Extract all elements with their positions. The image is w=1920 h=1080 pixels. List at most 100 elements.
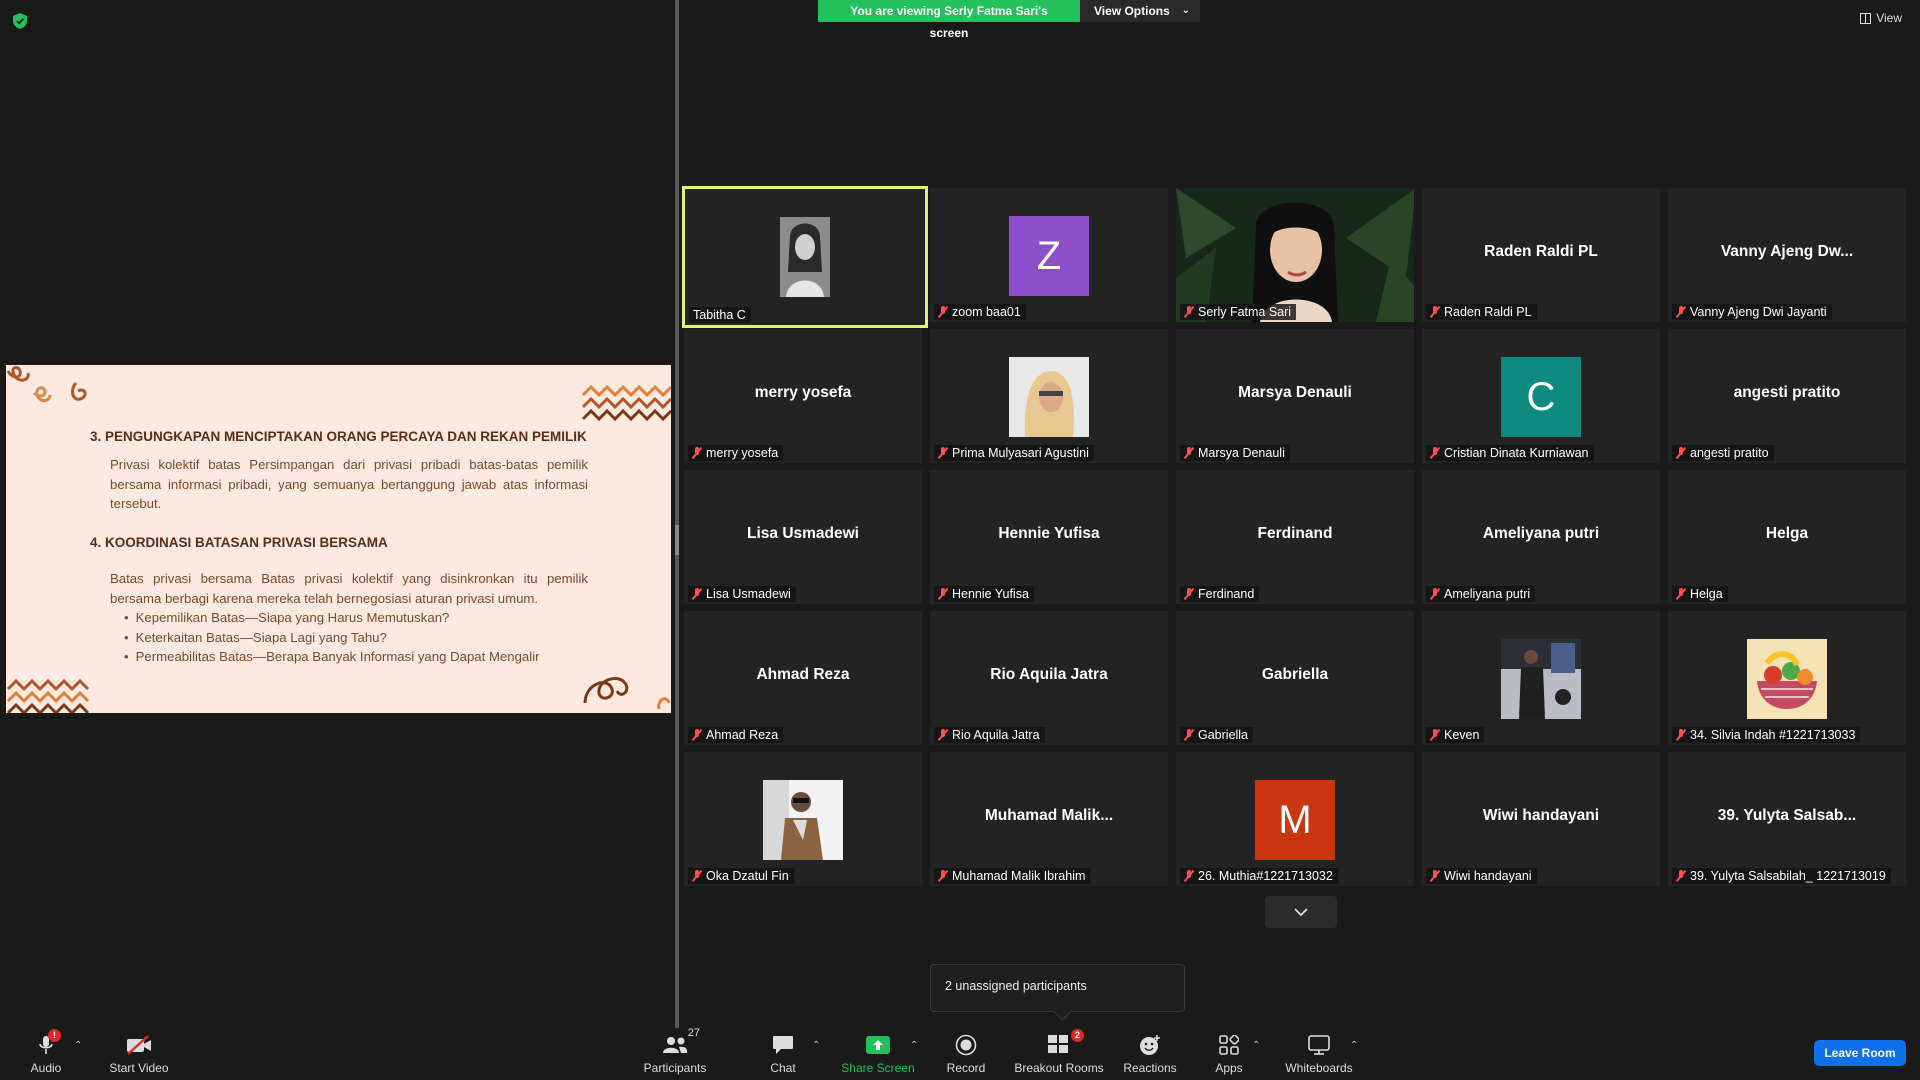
participant-name-label: Rio Aquila Jatra xyxy=(934,727,1045,743)
participant-tile[interactable]: Hennie Yufisa Hennie Yufisa xyxy=(930,470,1168,604)
participant-tile[interactable]: Prima Mulyasari Agustini xyxy=(930,329,1168,463)
participant-tile[interactable]: Raden Raldi PL Raden Raldi PL xyxy=(1422,188,1660,322)
audio-options-caret[interactable]: ⌃ xyxy=(74,1040,82,1051)
participant-name-label: Lisa Usmadewi xyxy=(688,586,796,602)
microphone-muted-icon xyxy=(938,729,948,741)
participant-display-name: Rio Aquila Jatra xyxy=(990,666,1108,683)
participant-video-feed xyxy=(1176,188,1414,322)
participant-display-name: Hennie Yufisa xyxy=(998,525,1100,542)
participant-display-name: Lisa Usmadewi xyxy=(747,525,859,542)
participant-tile[interactable]: Rio Aquila Jatra Rio Aquila Jatra xyxy=(930,611,1168,745)
share-screen-icon xyxy=(865,1033,891,1057)
participant-tile[interactable]: merry yosefa merry yosefa xyxy=(684,329,922,463)
participant-tile[interactable]: Gabriella Gabriella xyxy=(1176,611,1414,745)
participant-display-name: 39. Yulyta Salsab... xyxy=(1717,807,1857,824)
shared-screen-slide: 3. PENGUNGKAPAN MENCIPTAKAN ORANG PERCAY… xyxy=(6,365,671,713)
viewing-screen-text: You are viewing Serly Fatma Sari's scree… xyxy=(818,0,1080,40)
participant-display-name: Ferdinand xyxy=(1257,525,1333,542)
microphone-muted-icon xyxy=(1184,447,1194,459)
microphone-muted-icon xyxy=(1430,588,1440,600)
participant-tile[interactable]: Ferdinand Ferdinand xyxy=(1176,470,1414,604)
participant-name-label: Tabitha C xyxy=(689,307,751,323)
whiteboards-options-caret[interactable]: ⌃ xyxy=(1350,1040,1358,1051)
participant-name-label: Serly Fatma Sari xyxy=(1180,304,1297,320)
zigzag-decoration-top-right xyxy=(581,385,671,422)
chat-button[interactable]: Chat xyxy=(760,1028,806,1080)
participant-profile-photo xyxy=(1501,639,1581,719)
participant-tile[interactable]: 39. Yulyta Salsab... 39. Yulyta Salsabila… xyxy=(1668,752,1906,886)
participant-name-text: Gabriella xyxy=(1198,728,1249,742)
shield-icon[interactable] xyxy=(13,13,27,29)
whiteboards-label: Whiteboards xyxy=(1285,1061,1353,1075)
participant-tile[interactable]: Serly Fatma Sari xyxy=(1176,188,1414,322)
microphone-muted-icon xyxy=(938,870,948,882)
breakout-rooms-badge: 2 xyxy=(1071,1029,1084,1042)
participant-tile[interactable]: Keven xyxy=(1422,611,1660,745)
split-divider[interactable] xyxy=(675,0,679,1028)
participant-tile[interactable]: Muhamad Malik... Muhamad Malik Ibrahim xyxy=(930,752,1168,886)
apps-button[interactable]: Apps xyxy=(1210,1028,1248,1080)
participant-name-label: Marsya Denauli xyxy=(1180,445,1290,461)
record-icon xyxy=(953,1033,979,1057)
chat-label: Chat xyxy=(770,1061,796,1075)
microphone-muted-icon xyxy=(1184,306,1194,318)
participant-tile[interactable]: Helga Helga xyxy=(1668,470,1906,604)
microphone-icon: ! xyxy=(33,1029,61,1057)
divider-handle[interactable] xyxy=(675,525,679,555)
participant-tile[interactable]: C Cristian Dinata Kurniawan xyxy=(1422,329,1660,463)
participant-name-label: Ferdinand xyxy=(1180,586,1260,602)
reactions-smiley-icon xyxy=(1137,1033,1163,1057)
participant-tile[interactable]: M 26. Muthia#1221713032 xyxy=(1176,752,1414,886)
participant-tile[interactable]: Zzoom baa01 xyxy=(930,188,1168,322)
microphone-muted-icon xyxy=(692,588,702,600)
view-options-button[interactable]: View Options ⌄ xyxy=(1080,0,1200,22)
apps-icon xyxy=(1216,1033,1242,1057)
chat-options-caret[interactable]: ⌃ xyxy=(812,1040,820,1051)
participant-name-text: Lisa Usmadewi xyxy=(706,587,791,601)
participant-name-text: angesti pratito xyxy=(1690,446,1769,460)
participant-name-label: Oka Dzatul Fin xyxy=(688,868,794,884)
swirl-decoration-bottom-right xyxy=(583,677,671,710)
microphone-muted-icon xyxy=(1430,447,1440,459)
reactions-button[interactable]: Reactions xyxy=(1122,1028,1178,1080)
participants-button[interactable]: 27 Participants xyxy=(640,1027,710,1080)
participant-name-text: Marsya Denauli xyxy=(1198,446,1285,460)
video-off-icon xyxy=(126,1033,152,1057)
start-video-button[interactable]: Start Video xyxy=(104,1028,174,1080)
participant-tile[interactable]: Lisa Usmadewi Lisa Usmadewi xyxy=(684,470,922,604)
breakout-unassigned-tooltip: 2 unassigned participants xyxy=(930,964,1185,1012)
microphone-muted-icon xyxy=(1676,447,1686,459)
participant-tile[interactable]: Oka Dzatul Fin xyxy=(684,752,922,886)
breakout-rooms-button[interactable]: 2 Breakout Rooms xyxy=(1012,1028,1106,1080)
participant-name-text: 39. Yulyta Salsabilah_ 1221713019 xyxy=(1690,869,1886,883)
share-screen-button[interactable]: Share Screen xyxy=(838,1028,918,1080)
participant-name-label: Helga xyxy=(1672,586,1728,602)
participant-tile[interactable]: Tabitha C xyxy=(682,186,928,328)
leave-room-button[interactable]: Leave Room xyxy=(1814,1040,1906,1066)
microphone-muted-icon xyxy=(692,447,702,459)
share-options-caret[interactable]: ⌃ xyxy=(910,1040,918,1051)
participant-tile[interactable]: Wiwi handayani Wiwi handayani xyxy=(1422,752,1660,886)
participant-name-label: Wiwi handayani xyxy=(1426,868,1537,884)
audio-button[interactable]: ! Audio xyxy=(24,1028,68,1080)
participant-name-label: 26. Muthia#1221713032 xyxy=(1180,868,1338,884)
participant-tile[interactable]: Vanny Ajeng Dw... Vanny Ajeng Dwi Jayanti xyxy=(1668,188,1906,322)
record-button[interactable]: Record xyxy=(940,1028,992,1080)
participant-tile[interactable]: angesti pratito angesti pratito xyxy=(1668,329,1906,463)
whiteboards-button[interactable]: Whiteboards xyxy=(1282,1028,1356,1080)
participant-tile[interactable]: 34. Silvia Indah #1221713033 xyxy=(1668,611,1906,745)
slide-bullet: Permeabilitas Batas—Berapa Banyak Inform… xyxy=(124,647,540,667)
participant-tile[interactable]: Ameliyana putri Ameliyana putri xyxy=(1422,470,1660,604)
participant-name-label: Prima Mulyasari Agustini xyxy=(934,445,1094,461)
participant-tile[interactable]: Marsya Denauli Marsya Denauli xyxy=(1176,329,1414,463)
apps-options-caret[interactable]: ⌃ xyxy=(1252,1040,1260,1051)
screen-share-banner: You are viewing Serly Fatma Sari's scree… xyxy=(818,0,1200,40)
participant-tile[interactable]: Ahmad Reza Ahmad Reza xyxy=(684,611,922,745)
view-layout-button[interactable]: View xyxy=(1860,11,1902,25)
zoom-meeting-window: You are viewing Serly Fatma Sari's scree… xyxy=(0,0,1920,1080)
microphone-muted-icon xyxy=(938,447,948,459)
participant-name-label: Gabriella xyxy=(1180,727,1254,743)
start-video-label: Start Video xyxy=(109,1061,169,1075)
gallery-next-page-button[interactable] xyxy=(1265,896,1337,928)
participant-initial-avatar: C xyxy=(1501,357,1581,437)
